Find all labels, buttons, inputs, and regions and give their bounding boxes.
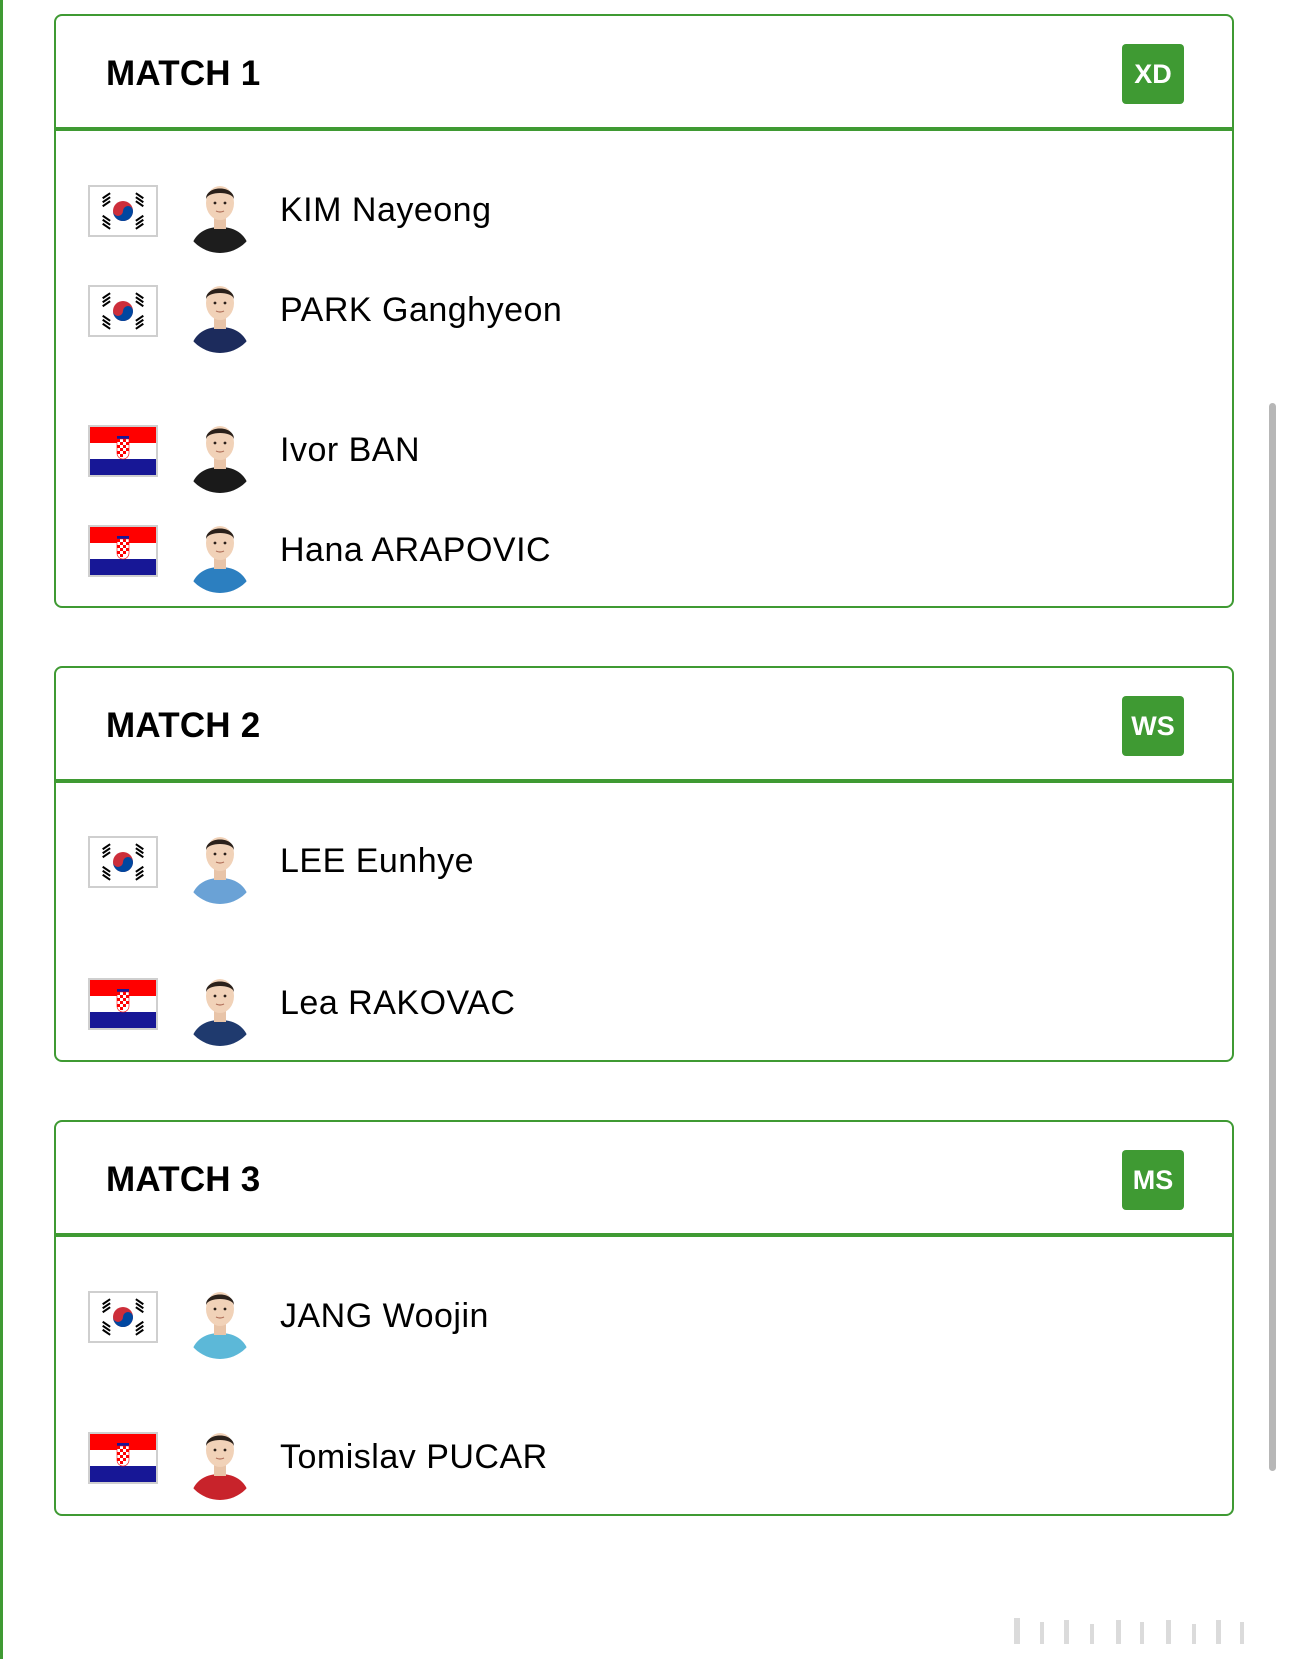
match-card: MATCH 2 WS LEE Eunhye Lea RAKOVAC <box>54 666 1234 1062</box>
match-card-header: MATCH 3 MS <box>56 1122 1232 1237</box>
korea-flag-icon <box>88 836 158 888</box>
player-photo <box>184 1416 256 1500</box>
player-photo <box>184 820 256 904</box>
player-name[interactable]: PARK Ganghyeon <box>280 291 562 330</box>
player-photo <box>184 962 256 1046</box>
player-row[interactable]: JANG Woojin <box>56 1271 1232 1363</box>
croatia-flag-icon <box>88 1432 158 1484</box>
player-name[interactable]: Ivor BAN <box>280 431 420 470</box>
player-photo <box>184 1275 256 1359</box>
player-name[interactable]: Lea RAKOVAC <box>280 984 515 1023</box>
match-card-header: MATCH 1 XD <box>56 16 1232 131</box>
match-card: MATCH 1 XD KIM Nayeong PARK Ganghyeon Ivor B… <box>54 14 1234 608</box>
match-lineup-page: MATCH 1 XD KIM Nayeong PARK Ganghyeon Ivor B… <box>0 0 1290 1659</box>
player-photo <box>184 409 256 493</box>
left-border <box>0 0 3 1659</box>
player-name[interactable]: JANG Woojin <box>280 1297 489 1336</box>
player-row[interactable]: KIM Nayeong <box>56 165 1232 257</box>
match-title: MATCH 2 <box>106 706 261 745</box>
player-row[interactable]: LEE Eunhye <box>56 816 1232 908</box>
event-type-badge: WS <box>1122 696 1184 756</box>
player-name[interactable]: Hana ARAPOVIC <box>280 531 551 570</box>
player-name[interactable]: Tomislav PUCAR <box>280 1438 548 1477</box>
player-name[interactable]: LEE Eunhye <box>280 842 474 881</box>
event-type-badge: XD <box>1122 44 1184 104</box>
croatia-flag-icon <box>88 978 158 1030</box>
player-row[interactable]: PARK Ganghyeon <box>56 265 1232 357</box>
player-photo <box>184 169 256 253</box>
korea-flag-icon <box>88 285 158 337</box>
player-name[interactable]: KIM Nayeong <box>280 191 492 230</box>
korea-flag-icon <box>88 185 158 237</box>
watermark-icon <box>1014 1618 1244 1644</box>
player-row[interactable]: Tomislav PUCAR <box>56 1412 1232 1504</box>
player-row[interactable]: Hana ARAPOVIC <box>56 505 1232 597</box>
croatia-flag-icon <box>88 525 158 577</box>
croatia-flag-icon <box>88 425 158 477</box>
match-card: MATCH 3 MS JANG Woojin Tomislav PUCAR <box>54 1120 1234 1516</box>
player-photo <box>184 509 256 593</box>
match-title: MATCH 3 <box>106 1160 261 1199</box>
scrollbar-thumb[interactable] <box>1269 403 1276 1471</box>
event-type-badge: MS <box>1122 1150 1184 1210</box>
player-row[interactable]: Lea RAKOVAC <box>56 958 1232 1050</box>
match-title: MATCH 1 <box>106 54 261 93</box>
korea-flag-icon <box>88 1291 158 1343</box>
player-photo <box>184 269 256 353</box>
player-row[interactable]: Ivor BAN <box>56 405 1232 497</box>
match-card-header: MATCH 2 WS <box>56 668 1232 783</box>
